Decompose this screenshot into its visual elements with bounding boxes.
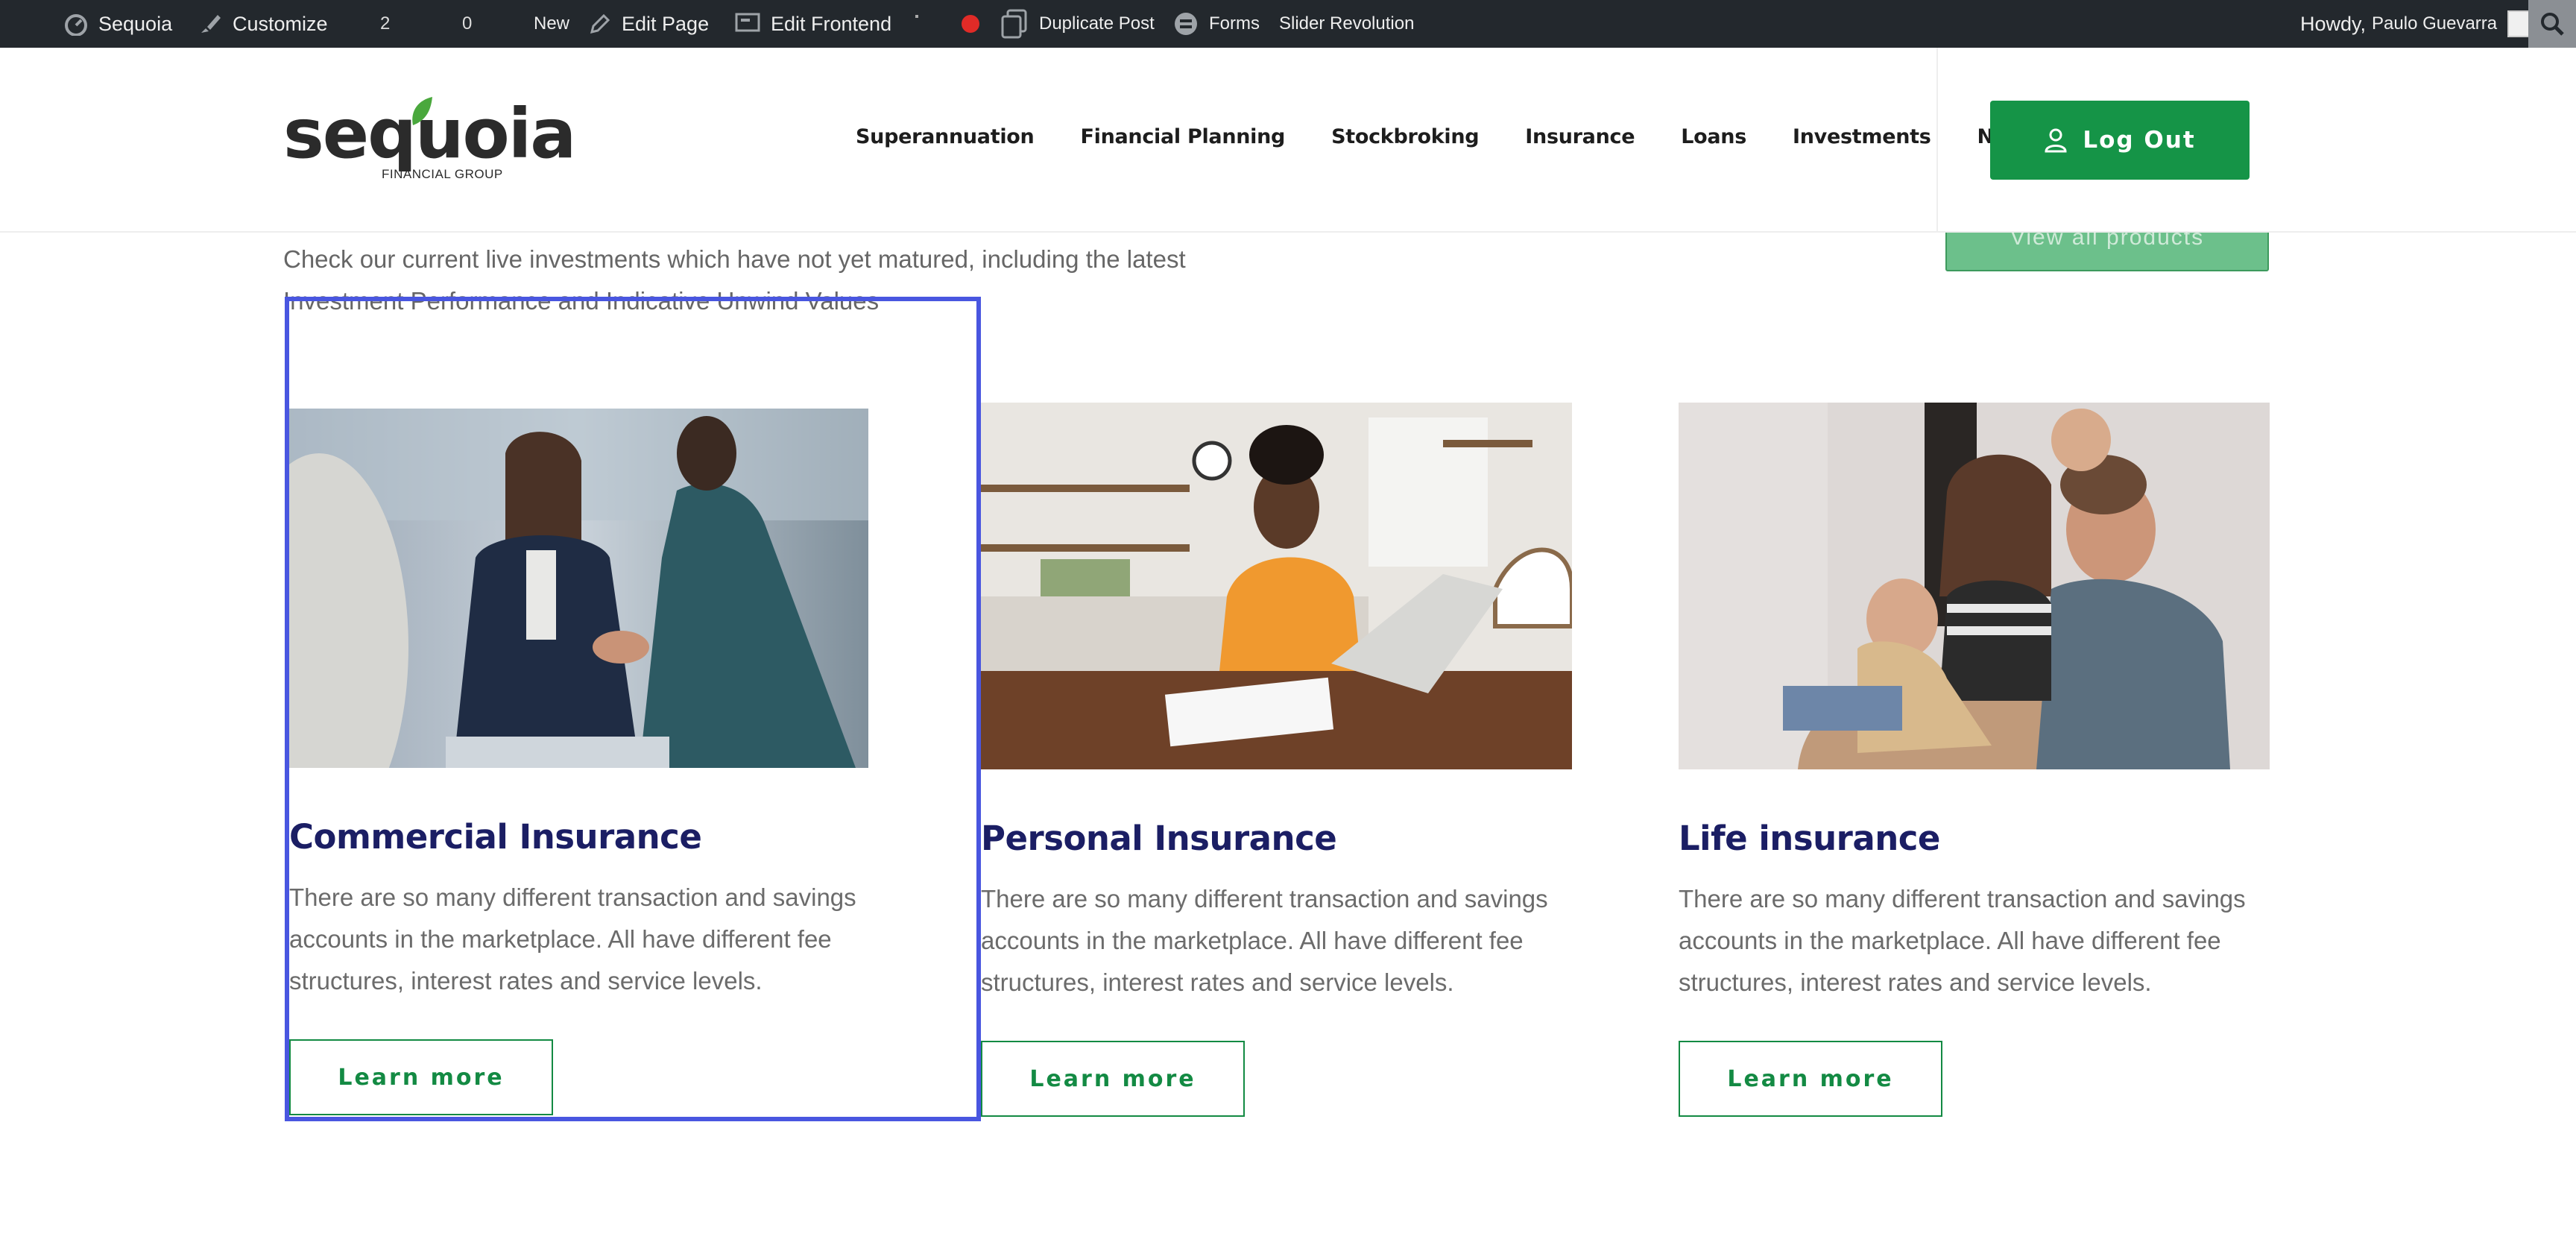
site-header: sequoia FINANCIAL GROUP Superannuation F… <box>0 48 2576 233</box>
recording-indicator[interactable] <box>962 0 979 48</box>
slider-revolution-link[interactable]: Slider Revolution <box>1279 0 1414 48</box>
main-nav: Superannuation Financial Planning Stockb… <box>856 125 2038 148</box>
slider-revolution-label: Slider Revolution <box>1279 13 1415 34</box>
search-icon <box>2541 13 2564 36</box>
nav-item-financial-planning[interactable]: Financial Planning <box>1080 125 1285 148</box>
monitor-icon <box>735 13 760 32</box>
duplicate-post-label: Duplicate Post <box>1039 13 1155 34</box>
edit-frontend-label: Edit Frontend <box>771 12 892 35</box>
learn-more-commercial-button[interactable]: Learn more <box>289 1039 553 1115</box>
tick-mark <box>915 0 918 48</box>
card-text-personal: There are so many different transaction … <box>981 885 1548 996</box>
logo-subtitle: FINANCIAL GROUP <box>382 167 503 181</box>
life-insurance-image[interactable] <box>1679 403 2270 769</box>
new-label: New <box>534 13 570 34</box>
header-divider <box>1936 48 1938 231</box>
duplicate-icon <box>1001 9 1027 39</box>
site-logo[interactable]: sequoia FINANCIAL GROUP <box>283 97 576 181</box>
handshake-photo <box>289 409 868 768</box>
updates-link[interactable]: 2 <box>380 0 390 48</box>
edit-frontend-link[interactable]: Edit Frontend <box>735 0 891 48</box>
brush-icon <box>201 15 221 33</box>
comments-count: 0 <box>462 13 473 34</box>
forms-label: Forms <box>1209 13 1260 34</box>
site-name-label: Sequoia <box>98 12 173 35</box>
nav-item-investments[interactable]: Investments <box>1793 125 1931 148</box>
record-dot-icon <box>962 15 979 33</box>
intro-text: Check our current live investments which… <box>283 245 1186 315</box>
card-title-life: Life insurance <box>1679 819 1940 858</box>
forms-link[interactable]: Forms <box>1173 0 1260 48</box>
card-title-personal: Personal Insurance <box>981 819 1337 858</box>
pencil-icon <box>590 13 610 34</box>
edit-page-link[interactable]: Edit Page <box>589 0 709 48</box>
nav-item-superannuation[interactable]: Superannuation <box>856 125 1035 148</box>
edit-page-label: Edit Page <box>622 12 710 35</box>
learn-more-personal-button[interactable]: Learn more <box>981 1041 1245 1117</box>
nav-item-stockbroking[interactable]: Stockbroking <box>1331 125 1480 148</box>
family-photo <box>1679 403 2270 769</box>
card-title-commercial: Commercial Insurance <box>289 817 702 857</box>
logout-button[interactable]: Log Out <box>1990 101 2250 180</box>
leaf-icon <box>412 97 432 125</box>
logout-label: Log Out <box>2083 127 2196 154</box>
customize-label: Customize <box>233 12 328 35</box>
card-text-commercial: There are so many different transaction … <box>289 883 856 995</box>
admin-bar: Sequoia Customize 2 0 New Edit Page Edit… <box>0 0 2576 48</box>
commercial-insurance-image[interactable] <box>289 409 868 768</box>
admin-search-button[interactable] <box>2528 0 2576 48</box>
dashboard-icon <box>65 14 87 36</box>
nav-item-loans[interactable]: Loans <box>1681 125 1746 148</box>
updates-count: 2 <box>380 13 391 34</box>
howdy-label: Howdy, <box>2300 12 2367 35</box>
new-content-link[interactable]: New <box>534 0 569 48</box>
forms-icon <box>1175 13 1197 35</box>
user-name: Paulo Guevarra <box>2372 13 2498 34</box>
personal-insurance-image[interactable] <box>981 403 1572 769</box>
nav-item-insurance[interactable]: Insurance <box>1525 125 1635 148</box>
card-text-life: There are so many different transaction … <box>1679 885 2246 996</box>
woman-laptop-photo <box>981 403 1572 769</box>
customize-link[interactable]: Customize <box>198 0 328 48</box>
user-icon <box>2045 128 2067 153</box>
my-account-link[interactable]: Howdy, Paulo Guevarra <box>2300 0 2535 48</box>
learn-more-life-button[interactable]: Learn more <box>1679 1041 1942 1117</box>
comments-link[interactable]: 0 <box>462 0 472 48</box>
site-name-link[interactable]: Sequoia <box>64 0 172 48</box>
duplicate-post-link[interactable]: Duplicate Post <box>1000 0 1155 48</box>
